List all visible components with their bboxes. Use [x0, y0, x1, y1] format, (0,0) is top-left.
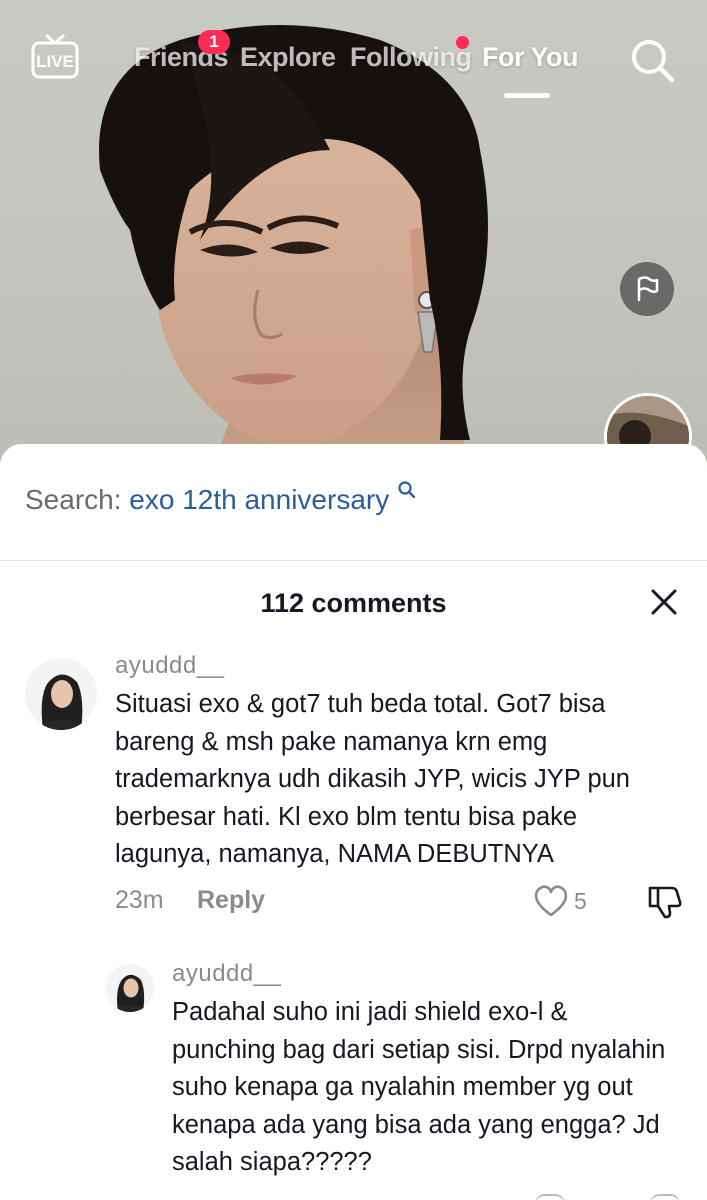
live-label: LIVE	[36, 52, 74, 71]
dislike-icon[interactable]	[645, 884, 683, 920]
close-icon[interactable]	[648, 586, 680, 618]
tab-for-you[interactable]: For You	[482, 42, 579, 73]
avatar[interactable]	[106, 964, 154, 1012]
tab-explore[interactable]: Explore	[240, 42, 336, 73]
search-suggestion[interactable]: Search: exo 12th anniversary	[25, 481, 417, 516]
reply-button[interactable]: Reply	[197, 886, 265, 915]
search-prefix: Search:	[25, 484, 122, 515]
avatar-image	[25, 658, 97, 730]
divider	[0, 560, 707, 561]
comment-sheet: Search: exo 12th anniversary 112 comment…	[0, 444, 707, 1200]
video-player[interactable]: LIVE Friends 1 Explore Following For You	[0, 0, 707, 470]
comment-timestamp: 23m	[115, 886, 164, 914]
reply-username[interactable]: ayuddd__	[172, 960, 281, 988]
avatar[interactable]	[25, 658, 97, 730]
report-flag-button[interactable]	[620, 262, 674, 316]
following-new-dot	[456, 36, 469, 49]
friends-notification-badge: 1	[198, 30, 230, 54]
search-query-link[interactable]: exo 12th anniversary	[129, 484, 389, 515]
comment-username[interactable]: ayuddd__	[115, 652, 224, 680]
like-count: 5	[574, 888, 587, 914]
live-icon[interactable]: LIVE	[30, 34, 80, 80]
active-tab-indicator	[504, 93, 550, 98]
like-icon-partial	[535, 1194, 565, 1200]
flag-icon	[637, 276, 659, 302]
comment-text: Situasi exo & got7 tuh beda total. Got7 …	[115, 690, 630, 868]
search-small-icon	[398, 481, 416, 499]
reply-text: Padahal suho ini jadi shield exo-l & pun…	[172, 998, 666, 1176]
search-icon[interactable]	[628, 36, 676, 84]
top-navigation: LIVE Friends 1 Explore Following For You	[0, 0, 707, 110]
comments-count-title: 112 comments	[260, 588, 447, 618]
avatar-image	[106, 964, 154, 1012]
tab-following[interactable]: Following	[350, 42, 472, 73]
dislike-icon-partial	[650, 1194, 680, 1200]
heart-icon[interactable]	[533, 884, 569, 918]
